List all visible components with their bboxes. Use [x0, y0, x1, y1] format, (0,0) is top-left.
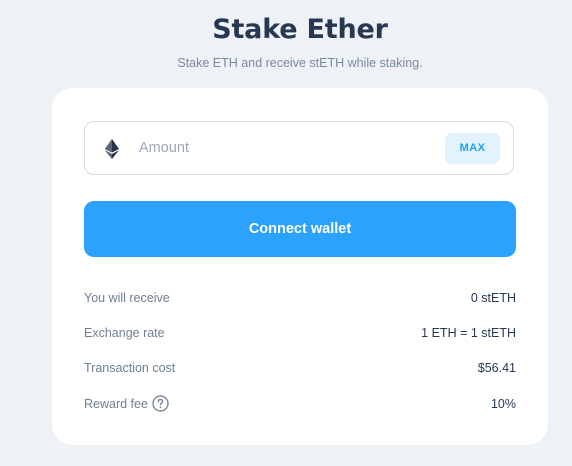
ethereum-icon — [105, 139, 119, 159]
page-subtitle: Stake ETH and receive stETH while stakin… — [177, 56, 423, 70]
exchange-rate-label: Exchange rate — [84, 326, 165, 340]
exchange-rate-value: 1 ETH = 1 stETH — [421, 326, 516, 340]
amount-field[interactable]: MAX — [84, 121, 514, 175]
stake-card: MAX Connect wallet You will receive 0 st… — [52, 88, 548, 445]
help-icon[interactable] — [152, 395, 169, 412]
info-row-transaction-cost: Transaction cost $56.41 — [84, 359, 516, 379]
connect-wallet-button[interactable]: Connect wallet — [84, 201, 516, 257]
transaction-cost-label: Transaction cost — [84, 361, 176, 375]
transaction-cost-value: $56.41 — [477, 361, 516, 375]
receive-value: 0 stETH — [470, 291, 516, 305]
info-row-receive: You will receive 0 stETH — [84, 289, 516, 309]
receive-label: You will receive — [84, 291, 170, 305]
info-row-reward-fee: Reward fee 10% — [84, 395, 516, 415]
reward-fee-label: Reward fee — [84, 397, 148, 411]
amount-input[interactable] — [139, 136, 429, 160]
page-title: Stake Ether — [212, 14, 388, 45]
info-row-exchange-rate: Exchange rate 1 ETH = 1 stETH — [84, 324, 516, 344]
reward-fee-value: 10% — [490, 397, 516, 411]
max-button[interactable]: MAX — [445, 133, 500, 164]
